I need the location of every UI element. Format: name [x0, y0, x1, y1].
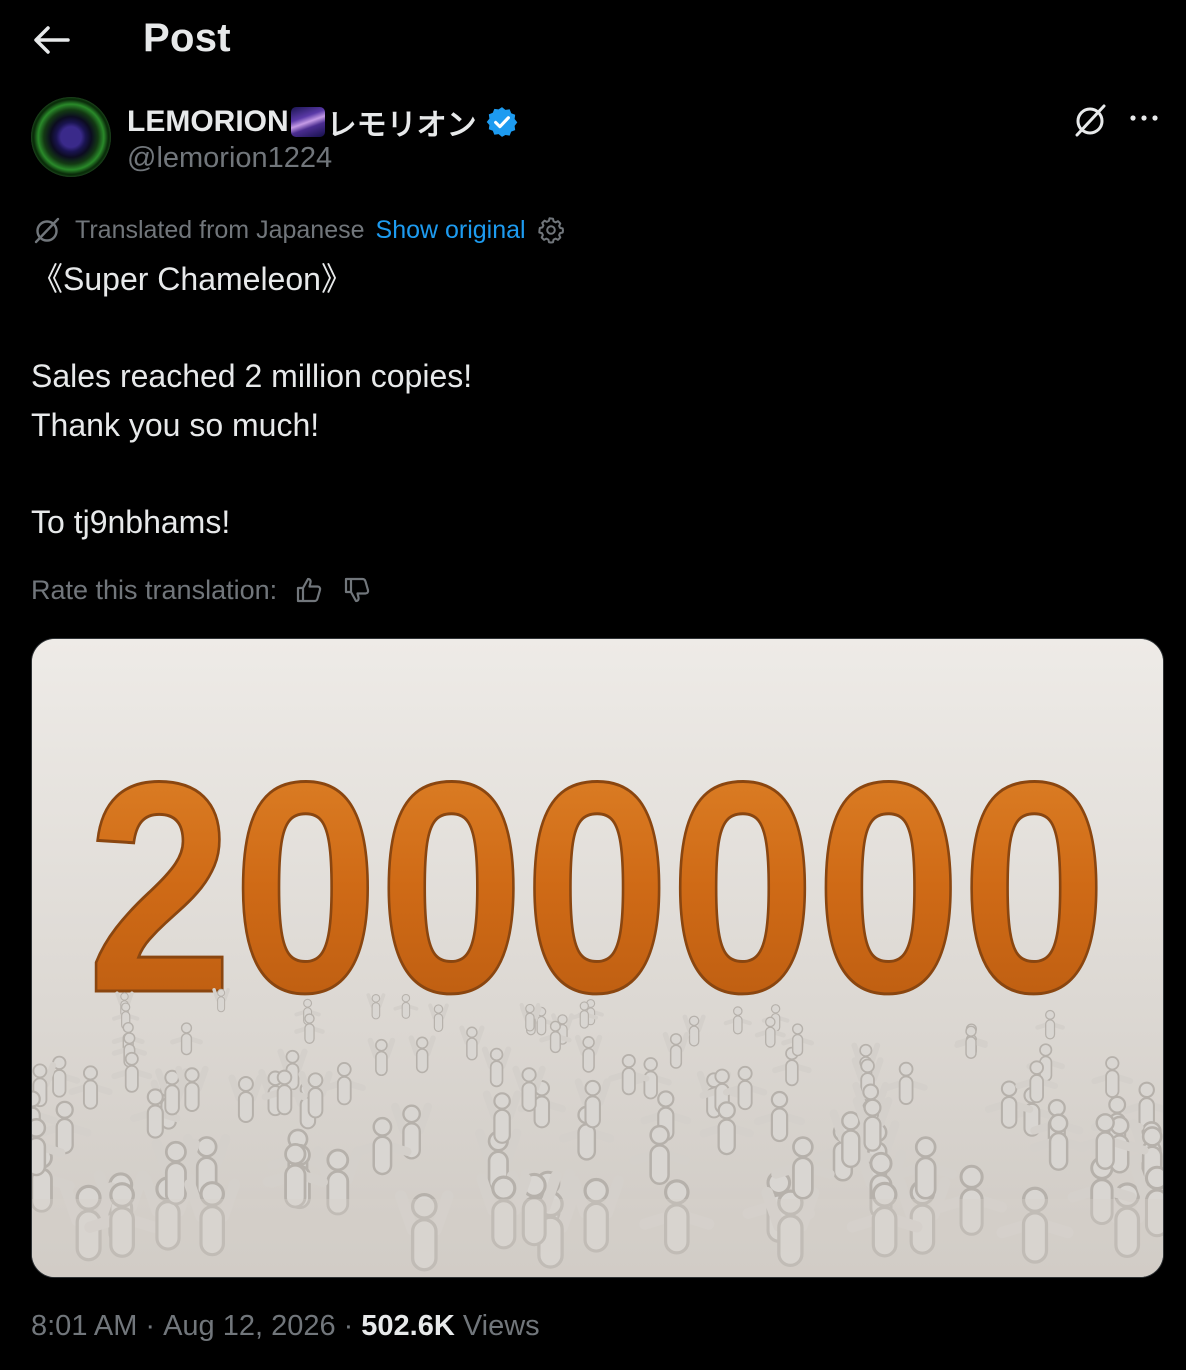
sales-milestone-render: 2000000 [32, 639, 1163, 1277]
post-meta: 8:01 AM · Aug 12, 2026 · 502.6K Views [31, 1310, 540, 1343]
arrow-left-icon [34, 26, 70, 54]
page-title: Post [143, 16, 231, 60]
rate-translation: Rate this translation: [31, 570, 373, 610]
post-text: 《Super Chameleon》 Sales reached 2 millio… [31, 261, 473, 540]
author-name: LEMORION [127, 105, 289, 138]
milky-way-emoji-icon [290, 107, 325, 137]
big-number-text: 2000000 [87, 719, 1107, 1055]
views-count: 502.6K [361, 1310, 455, 1342]
grok-icon [1075, 104, 1106, 137]
separator-dot: · [343, 1310, 354, 1342]
thumbs-up-icon[interactable] [293, 574, 325, 606]
translate-icon [34, 217, 60, 244]
back-button[interactable] [30, 22, 72, 58]
avatar[interactable] [31, 97, 111, 177]
author-handle[interactable]: @lemorion1224 [127, 142, 332, 175]
translation-info: Translated from Japanese Show original [31, 212, 566, 248]
rate-label: Rate this translation: [31, 574, 278, 605]
separator-dot: · [145, 1310, 156, 1342]
thumbs-down-icon[interactable] [341, 574, 373, 606]
verified-badge-icon [486, 107, 517, 137]
post-time[interactable]: 8:01 AM [31, 1310, 137, 1343]
more-dots-icon [1130, 115, 1158, 121]
views-label: Views [462, 1310, 540, 1342]
grok-button[interactable] [1070, 100, 1110, 140]
more-options-button[interactable] [1124, 100, 1164, 140]
gear-icon[interactable] [536, 215, 566, 245]
show-original-link[interactable]: Show original [376, 216, 526, 245]
author-name-suffix: レモリオン [326, 109, 477, 142]
post-image[interactable]: 2000000 [31, 638, 1164, 1278]
author-display-name[interactable]: LEMORION レモリオン [127, 100, 519, 144]
post-date[interactable]: Aug 12, 2026 [163, 1310, 336, 1343]
top-bar: Post [0, 0, 1186, 80]
translated-label: Translated from Japanese [75, 215, 365, 244]
